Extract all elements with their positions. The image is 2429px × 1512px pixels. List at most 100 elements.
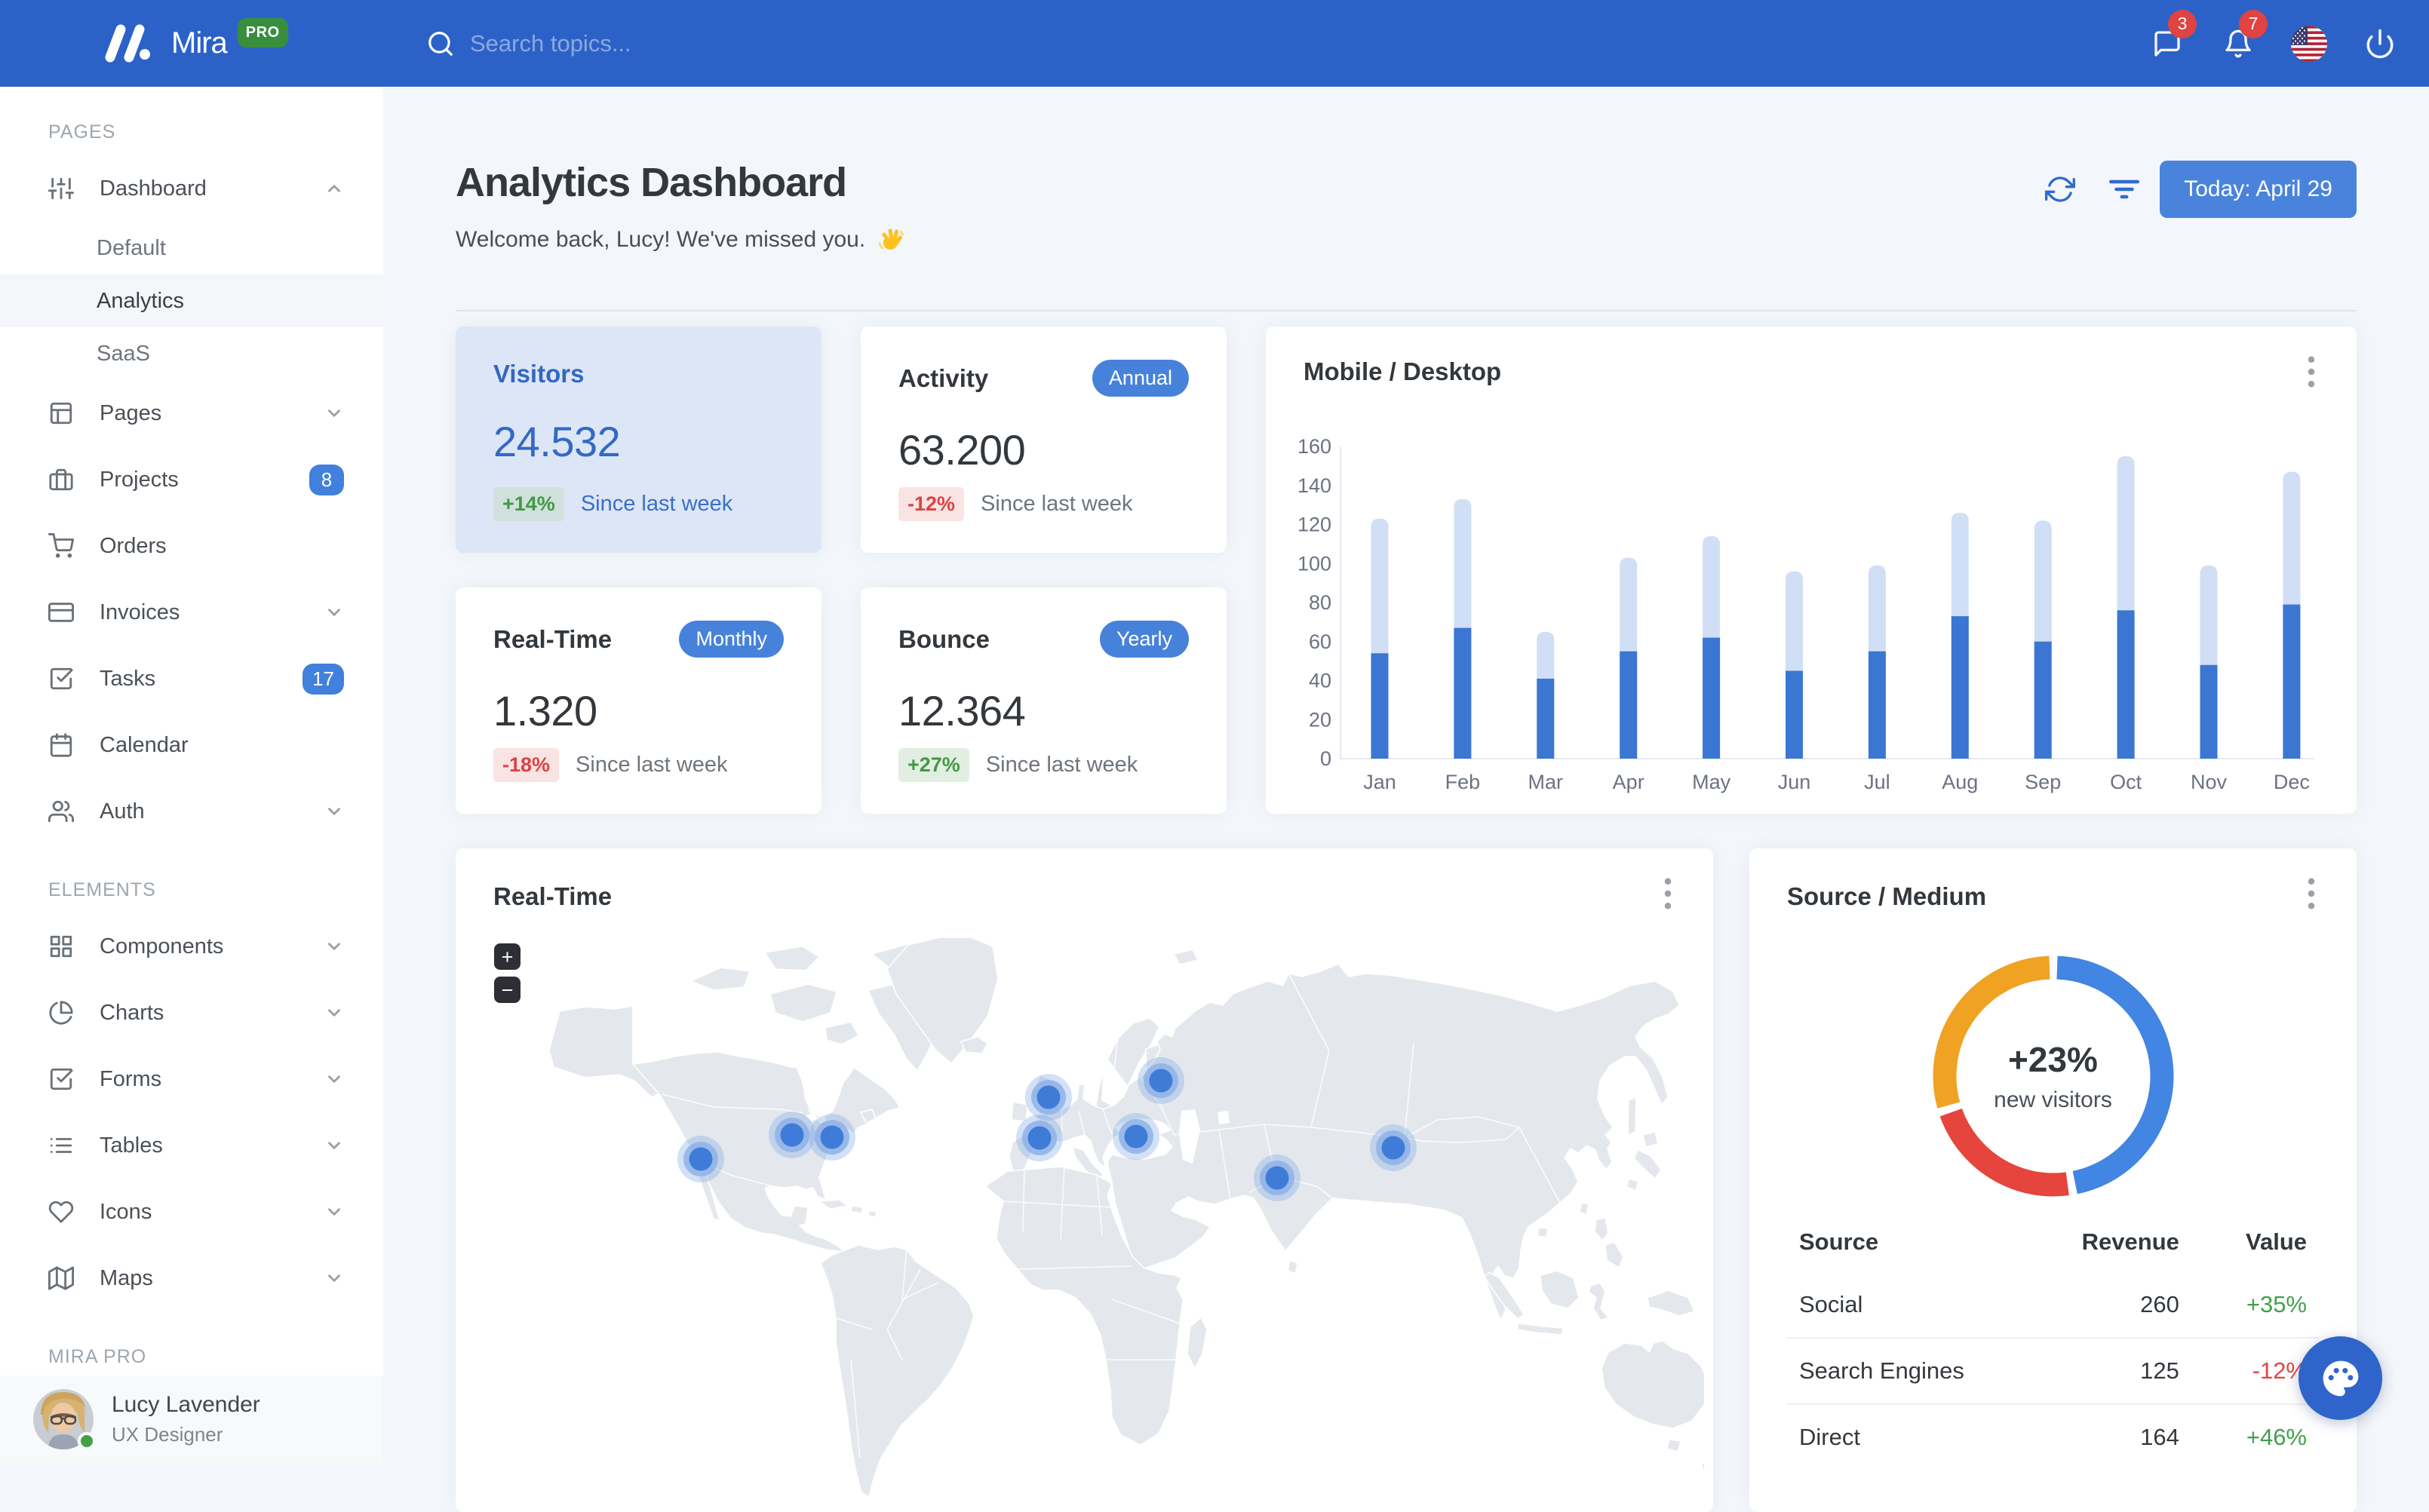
sidebar-section-pages: Pages bbox=[0, 87, 383, 155]
y-axis-label: 0 bbox=[1320, 747, 1331, 770]
map-marker[interactable] bbox=[1125, 1125, 1148, 1149]
map-zoom-in-button[interactable]: + bbox=[494, 943, 520, 970]
stat-delta-badge: -12% bbox=[898, 487, 964, 521]
donut-center-caption: new visitors bbox=[1994, 1087, 2112, 1113]
y-axis-label: 140 bbox=[1297, 474, 1331, 497]
calendar-icon bbox=[48, 732, 74, 758]
palette-icon bbox=[2320, 1357, 2362, 1400]
mobile-desktop-title: Mobile / Desktop bbox=[1304, 357, 2319, 387]
map-icon bbox=[48, 1265, 74, 1291]
sidebar-item-icons[interactable]: Icons bbox=[0, 1179, 383, 1245]
x-axis-label: Nov bbox=[2191, 771, 2228, 793]
more-vertical-icon bbox=[1653, 874, 1683, 913]
y-axis-label: 160 bbox=[1297, 435, 1331, 458]
map-marker[interactable] bbox=[1028, 1127, 1052, 1150]
chevron-up-icon bbox=[324, 179, 344, 198]
waving-hand-icon bbox=[872, 225, 905, 254]
theme-settings-fab[interactable] bbox=[2298, 1336, 2382, 1420]
y-axis-label: 40 bbox=[1309, 670, 1331, 692]
search-input[interactable] bbox=[470, 30, 847, 57]
navbar-search bbox=[426, 29, 847, 58]
more-vertical-icon bbox=[2296, 352, 2326, 391]
messages-button[interactable]: 3 bbox=[2132, 8, 2203, 79]
bar-mobile bbox=[2283, 605, 2300, 759]
sidebar-item-calendar[interactable]: Calendar bbox=[0, 712, 383, 778]
layout-icon bbox=[48, 400, 74, 426]
today-button[interactable]: Today: April 29 bbox=[2160, 161, 2357, 218]
sidebar-item-orders[interactable]: Orders bbox=[0, 513, 383, 579]
sidebar-item-charts[interactable]: Charts bbox=[0, 980, 383, 1046]
stat-value: 12.364 bbox=[898, 686, 1189, 735]
realtime-menu-button[interactable] bbox=[1653, 874, 1683, 913]
period-pill[interactable]: Annual bbox=[1092, 360, 1189, 397]
map-marker[interactable] bbox=[1266, 1167, 1289, 1190]
refresh-icon bbox=[2045, 174, 2075, 204]
sidebar: Pages DashboardDefaultAnalyticsSaaSPages… bbox=[0, 87, 383, 1463]
sidebar-item-maps[interactable]: Maps bbox=[0, 1245, 383, 1311]
filter-button[interactable] bbox=[2105, 170, 2143, 208]
sidebar-item-auth[interactable]: Auth bbox=[0, 778, 383, 845]
notifications-count-badge: 7 bbox=[2239, 10, 2268, 38]
sidebar-section-mira-pro: Mira Pro bbox=[0, 1311, 383, 1380]
sidebar-item-dashboard[interactable]: Dashboard bbox=[0, 155, 383, 222]
logout-button[interactable] bbox=[2345, 8, 2415, 79]
sidebar-user[interactable]: Lucy Lavender UX Designer bbox=[0, 1376, 383, 1463]
stat-delta-badge: +27% bbox=[898, 748, 969, 782]
sidebar-item-forms[interactable]: Forms bbox=[0, 1046, 383, 1112]
top-navbar: Mira PRO 3 7 bbox=[0, 0, 2429, 87]
period-pill[interactable]: Monthly bbox=[679, 621, 784, 658]
main-content: Analytics Dashboard Welcome back, Lucy! … bbox=[383, 87, 2429, 1512]
page-subtitle: Welcome back, Lucy! We've missed you. bbox=[456, 225, 905, 254]
y-axis-label: 120 bbox=[1297, 514, 1331, 536]
map-marker[interactable] bbox=[781, 1124, 804, 1147]
sidebar-item-projects[interactable]: Projects8 bbox=[0, 446, 383, 513]
notifications-button[interactable]: 7 bbox=[2203, 8, 2274, 79]
stat-caption: Since last week bbox=[576, 753, 728, 777]
sidebar-item-pages[interactable]: Pages bbox=[0, 380, 383, 446]
y-axis-label: 100 bbox=[1297, 552, 1331, 575]
bar-mobile bbox=[1951, 616, 1969, 759]
x-axis-label: Jul bbox=[1864, 771, 1890, 793]
revenue-cell: 164 bbox=[2030, 1404, 2209, 1470]
sidebar-item-tasks[interactable]: Tasks17 bbox=[0, 646, 383, 712]
revenue-cell: 260 bbox=[2030, 1272, 2209, 1338]
source-col-header: Source bbox=[1787, 1213, 2030, 1272]
bar-mobile bbox=[2117, 610, 2135, 759]
map-zoom-out-button[interactable]: − bbox=[494, 977, 520, 1003]
refresh-button[interactable] bbox=[2045, 174, 2075, 204]
bar-mobile bbox=[2200, 665, 2218, 759]
mobile-desktop-menu-button[interactable] bbox=[2296, 352, 2326, 391]
messages-count-badge: 3 bbox=[2168, 10, 2197, 38]
sidebar-item-components[interactable]: Components bbox=[0, 913, 383, 980]
map-marker[interactable] bbox=[821, 1126, 844, 1149]
stat-value: 1.320 bbox=[493, 686, 784, 735]
x-axis-label: Oct bbox=[2110, 771, 2142, 793]
map-marker[interactable] bbox=[1037, 1086, 1061, 1109]
check-square-icon bbox=[48, 1066, 74, 1092]
sidebar-subitem-default[interactable]: Default bbox=[0, 222, 383, 274]
mira-logo-icon bbox=[100, 23, 150, 64]
sidebar-item-invoices[interactable]: Invoices bbox=[0, 579, 383, 646]
sidebar-item-tables[interactable]: Tables bbox=[0, 1112, 383, 1179]
sidebar-subitem-analytics[interactable]: Analytics bbox=[0, 274, 383, 327]
language-button[interactable] bbox=[2274, 8, 2345, 79]
realtime-title: Real-Time bbox=[493, 882, 1713, 912]
map-marker[interactable] bbox=[689, 1148, 713, 1171]
sidebar-section-elements: Elements bbox=[0, 845, 383, 913]
brand[interactable]: Mira PRO bbox=[0, 23, 383, 64]
world-map[interactable] bbox=[465, 937, 1704, 1512]
check-square-icon bbox=[48, 666, 74, 692]
map-marker[interactable] bbox=[1150, 1069, 1173, 1093]
chevron-down-icon bbox=[324, 1268, 344, 1288]
source-medium-card: Source / Medium +23% new visitors Source… bbox=[1749, 848, 2357, 1512]
map-marker[interactable] bbox=[1382, 1136, 1405, 1160]
sidebar-subitem-saas[interactable]: SaaS bbox=[0, 327, 383, 380]
source-medium-menu-button[interactable] bbox=[2296, 874, 2326, 913]
period-pill[interactable]: Yearly bbox=[1100, 621, 1189, 658]
x-axis-label: Feb bbox=[1445, 771, 1481, 793]
power-icon bbox=[2364, 28, 2396, 60]
chevron-down-icon bbox=[324, 1136, 344, 1155]
y-axis-label: 60 bbox=[1309, 630, 1331, 653]
shopping-cart-icon bbox=[48, 533, 74, 559]
stat-card-real-time: Real-TimeMonthly1.320-18%Since last week bbox=[456, 587, 821, 814]
